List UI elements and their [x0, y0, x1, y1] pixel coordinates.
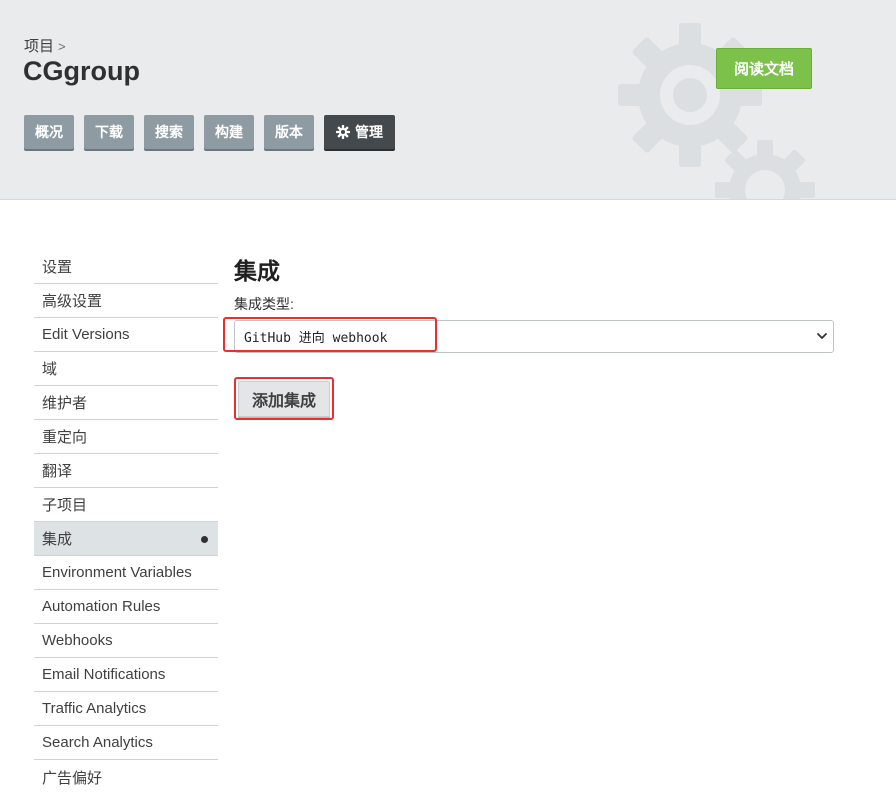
breadcrumb-separator: >: [58, 39, 66, 54]
sidebar-item-label: Search Analytics: [42, 734, 153, 751]
project-title[interactable]: CGgroup: [23, 56, 140, 87]
sidebar-item-label: Webhooks: [42, 632, 113, 649]
sidebar-item-search-analytics[interactable]: Search Analytics: [34, 726, 218, 760]
sidebar-item-label: Traffic Analytics: [42, 700, 147, 717]
sidebar-item-settings[interactable]: 设置: [34, 250, 218, 284]
sidebar-item-label: 维护者: [42, 395, 88, 412]
read-docs-button[interactable]: 阅读文档: [716, 48, 812, 89]
sidebar-item-ad-preferences[interactable]: 广告偏好: [34, 760, 218, 794]
tab-label: 管理: [355, 124, 383, 140]
integration-type-select[interactable]: GitHub 进向 webhook: [234, 320, 834, 353]
integration-type-label: 集成类型:: [234, 296, 294, 312]
breadcrumb: 项目 >: [24, 35, 66, 56]
sidebar-item-label: 高级设置: [42, 293, 103, 310]
integration-type-selected-value: GitHub 进向 webhook: [244, 331, 388, 346]
gears-decoration-icon: [618, 23, 815, 199]
sidebar-item-label: 广告偏好: [42, 769, 103, 787]
sidebar-item-automation-rules[interactable]: Automation Rules: [34, 590, 218, 624]
sidebar-item-environment-variables[interactable]: Environment Variables: [34, 556, 218, 590]
gear-icon: [336, 125, 350, 139]
sidebar-item-subprojects[interactable]: 子项目: [34, 488, 218, 522]
tab-label: 概况: [35, 124, 63, 140]
sidebar-item-advanced-settings[interactable]: 高级设置: [34, 284, 218, 318]
sidebar-item-label: Edit Versions: [42, 326, 130, 343]
sidebar-item-integrations[interactable]: 集成: [34, 522, 218, 556]
sidebar-item-label: Email Notifications: [42, 666, 166, 683]
chevron-down-icon: [817, 333, 827, 339]
tab-versions[interactable]: 版本: [264, 115, 314, 149]
sidebar-item-label: 集成: [42, 531, 73, 548]
tab-search[interactable]: 搜索: [144, 115, 194, 149]
sidebar-item-domains[interactable]: 域: [34, 352, 218, 386]
sidebar-item-webhooks[interactable]: Webhooks: [34, 624, 218, 658]
sidebar-item-email-notifications[interactable]: Email Notifications: [34, 658, 218, 692]
sidebar-item-label: 翻译: [42, 463, 73, 480]
tab-admin[interactable]: 管理: [324, 115, 395, 149]
project-header: 项目 > CGgroup 概况 下载 搜索 构建 版本 管理 阅读文档: [0, 0, 896, 200]
tab-downloads[interactable]: 下载: [84, 115, 134, 149]
add-integration-button[interactable]: 添加集成: [238, 381, 330, 417]
sidebar-item-redirects[interactable]: 重定向: [34, 420, 218, 454]
sidebar-item-label: 设置: [42, 259, 73, 276]
active-indicator-dot: [201, 536, 208, 543]
sidebar-item-edit-versions[interactable]: Edit Versions: [34, 318, 218, 352]
sidebar-item-label: 域: [42, 361, 58, 378]
sidebar-item-traffic-analytics[interactable]: Traffic Analytics: [34, 692, 218, 726]
page-title: 集成: [234, 258, 280, 284]
project-nav: 概况 下载 搜索 构建 版本 管理: [24, 115, 395, 149]
tab-builds[interactable]: 构建: [204, 115, 254, 149]
tab-overview[interactable]: 概况: [24, 115, 74, 149]
breadcrumb-projects-link[interactable]: 项目: [24, 38, 54, 55]
admin-sidebar: 设置 高级设置 Edit Versions 域 维护者 重定向 翻译 子项目 集…: [34, 250, 218, 794]
sidebar-item-translations[interactable]: 翻译: [34, 454, 218, 488]
tab-label: 搜索: [155, 124, 183, 140]
sidebar-item-label: Automation Rules: [42, 598, 161, 615]
sidebar-item-maintainers[interactable]: 维护者: [34, 386, 218, 420]
tab-label: 下载: [95, 124, 123, 140]
tab-label: 构建: [215, 124, 243, 140]
sidebar-item-label: Environment Variables: [42, 564, 192, 581]
tab-label: 版本: [275, 124, 303, 140]
sidebar-item-label: 重定向: [42, 429, 88, 446]
sidebar-item-label: 子项目: [42, 497, 88, 514]
